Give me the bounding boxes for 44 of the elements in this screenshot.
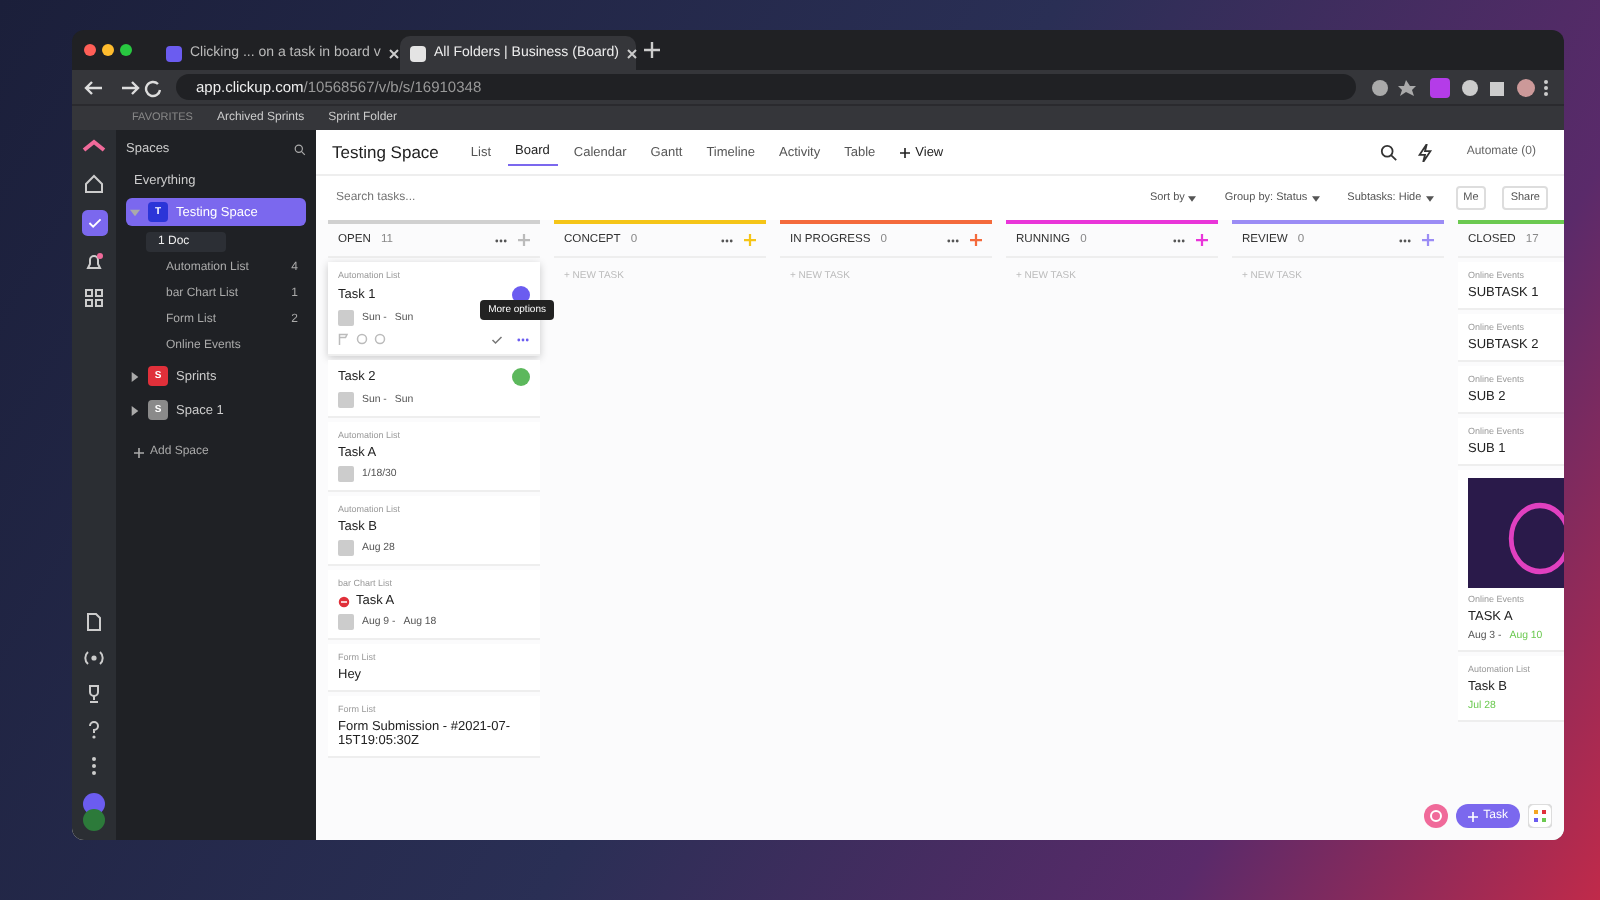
new-tab-icon[interactable]	[644, 42, 660, 58]
caret-icon	[1425, 195, 1434, 201]
bell-icon[interactable]	[84, 252, 104, 272]
apps-icon[interactable]	[1528, 804, 1552, 828]
record-button[interactable]	[1423, 804, 1448, 828]
broadcast-icon[interactable]	[84, 648, 104, 668]
add-icon[interactable]	[1422, 234, 1434, 246]
more-icon[interactable]	[516, 333, 530, 345]
add-icon	[1467, 811, 1478, 821]
tag-icon	[338, 540, 354, 556]
lightning-icon[interactable]	[1416, 143, 1435, 161]
more-icon[interactable]	[946, 237, 960, 243]
add-icon[interactable]	[1196, 234, 1208, 246]
caret-icon	[1311, 195, 1320, 201]
close-icon[interactable]	[388, 47, 401, 59]
space-title: Testing Space	[332, 142, 439, 162]
close-icon[interactable]	[626, 47, 639, 59]
more-icon[interactable]	[1398, 237, 1412, 243]
more-icon[interactable]	[494, 237, 508, 243]
tab-logo-icon	[166, 45, 182, 61]
document-icon[interactable]	[84, 612, 104, 632]
home-icon[interactable]	[84, 174, 104, 194]
tag-icon	[338, 466, 354, 482]
grid-icon[interactable]	[84, 288, 104, 308]
check-icon[interactable]	[490, 333, 504, 345]
add-icon	[899, 147, 910, 157]
search-icon[interactable]	[294, 143, 306, 155]
help-icon[interactable]	[84, 720, 104, 740]
tab-logo-icon	[410, 45, 426, 61]
more-icon[interactable]	[720, 237, 734, 243]
checkbox-icon[interactable]	[81, 210, 107, 236]
tag-icon	[338, 614, 354, 630]
navigation-icons[interactable]	[84, 77, 164, 97]
search-icon[interactable]	[1380, 143, 1399, 161]
add-icon[interactable]	[970, 234, 982, 246]
trophy-icon[interactable]	[84, 684, 104, 704]
add-icon	[134, 447, 144, 457]
more-icon[interactable]	[1172, 237, 1186, 243]
caret-icon[interactable]	[130, 405, 140, 415]
caret-icon	[1188, 195, 1197, 201]
caret-icon[interactable]	[130, 371, 140, 381]
tag-icon	[338, 310, 354, 326]
tag-icon	[338, 392, 354, 408]
extension-icons[interactable]	[1368, 77, 1552, 97]
